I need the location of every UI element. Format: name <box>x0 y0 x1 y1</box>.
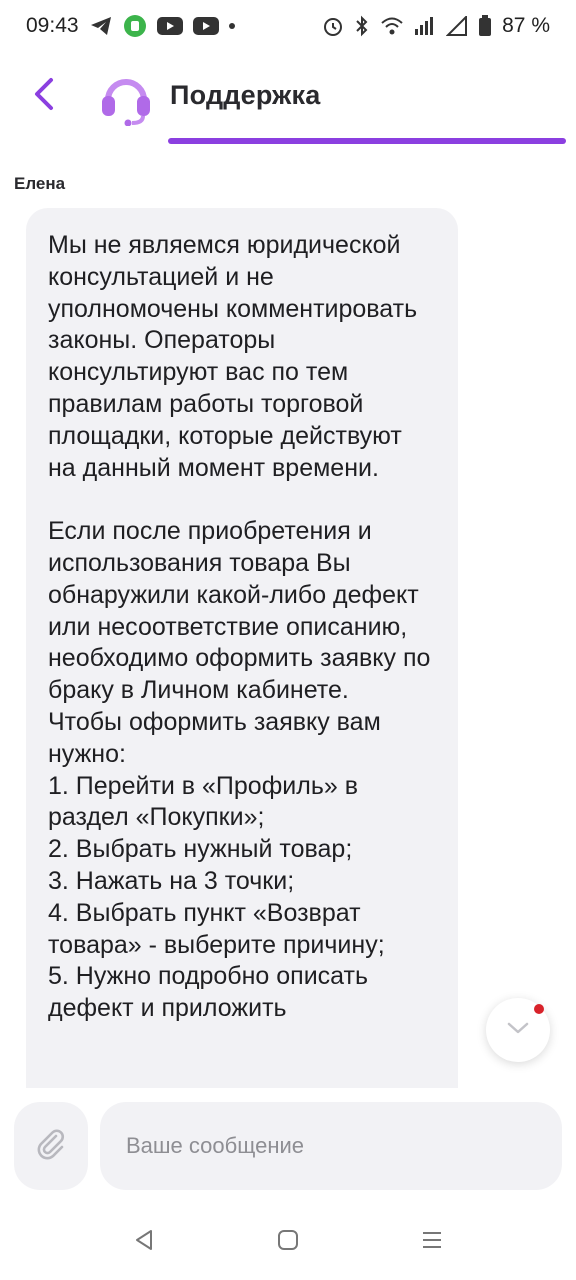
attach-button[interactable] <box>14 1102 88 1190</box>
status-time: 09:43 <box>26 14 79 37</box>
signal-icon <box>414 16 436 36</box>
unread-indicator <box>534 1004 544 1014</box>
youtube-icon-2 <box>192 16 219 36</box>
support-avatar <box>98 70 154 127</box>
nav-home-button[interactable] <box>270 1224 306 1260</box>
signal-icon-2 <box>446 16 468 36</box>
chat-scroll-area[interactable]: Мы не являемся юридической консультацией… <box>0 200 576 1088</box>
square-home-icon <box>276 1228 300 1257</box>
chevron-left-icon <box>31 77 57 116</box>
status-left: 09:43 <box>26 14 235 38</box>
headset-icon <box>98 79 154 130</box>
page-title: Поддержка <box>170 80 321 110</box>
alarm-icon <box>322 15 344 37</box>
message-bubble: Мы не являемся юридической консультацией… <box>26 208 458 1088</box>
nav-menu-button[interactable] <box>414 1224 450 1260</box>
nav-back-button[interactable] <box>126 1224 162 1260</box>
app-notification-icon <box>123 14 147 38</box>
wifi-icon <box>380 16 404 36</box>
message-sender: Елена <box>14 174 66 193</box>
back-button[interactable] <box>22 74 66 118</box>
status-right: 87 % <box>322 14 550 38</box>
paperclip-icon <box>34 1127 68 1166</box>
bluetooth-icon <box>354 15 370 37</box>
battery-icon <box>478 15 492 37</box>
message-input[interactable] <box>100 1102 562 1190</box>
status-bar: 09:43 87 % <box>0 0 576 52</box>
youtube-icon <box>156 16 183 36</box>
menu-lines-icon <box>420 1228 444 1257</box>
battery-percent: 87 % <box>502 14 550 37</box>
chat-header: Поддержка <box>0 56 576 136</box>
more-notifications-dot <box>228 23 235 29</box>
chevron-down-icon <box>506 1021 530 1040</box>
triangle-back-icon <box>132 1228 156 1257</box>
header-underline <box>168 138 566 144</box>
telegram-icon <box>89 15 113 37</box>
system-nav-bar <box>0 1210 576 1274</box>
